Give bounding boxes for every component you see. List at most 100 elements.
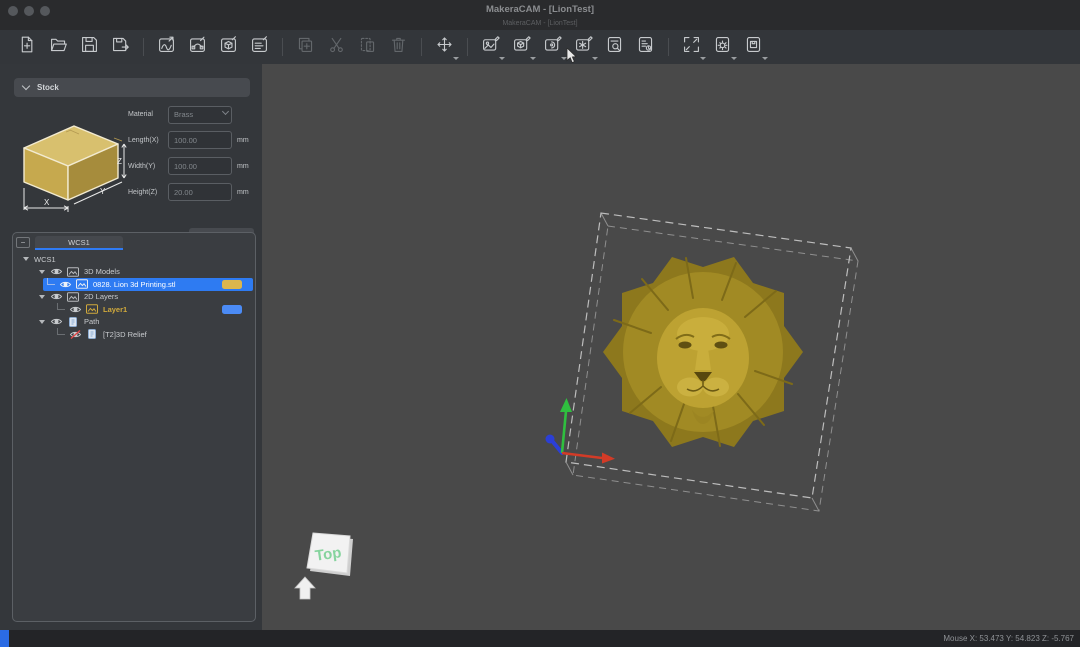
delete-button[interactable] [388,37,409,58]
fit-view-button[interactable] [681,37,702,58]
chevron-down-icon [499,57,505,60]
tree-row-3d-relief[interactable]: [T2]3D Relief [13,328,255,341]
height-field[interactable] [168,183,232,201]
chevron-down-icon [453,57,459,60]
tab-wcs1[interactable]: WCS1 [35,236,123,249]
width-row: Width(Y) mm [128,156,254,176]
save-as-button[interactable] [110,37,131,58]
new-file-button[interactable] [17,37,38,58]
eye-icon[interactable] [69,305,82,314]
eye-hidden-icon[interactable] [69,330,82,339]
chevron-down-icon [762,57,768,60]
import-3d-model-button[interactable] [218,37,239,58]
import-drawing-button[interactable] [249,37,270,58]
height-unit: mm [237,189,249,196]
window-subtitle: MakeraCAM - [LionTest] [0,20,1080,27]
export-gcode-button[interactable] [743,37,764,58]
stock-header[interactable]: Stock [14,78,250,97]
project-tree-panel: − WCS1 WCS1 [12,232,256,622]
mouse-coordinates: Mouse X: 53.473 Y: 54.823 Z: -5.767 [943,634,1074,643]
model-color-swatch[interactable] [222,280,242,289]
makeracam-window: MakeraCAM - [LionTest] MakeraCAM - [Lion… [0,0,1080,647]
length-field[interactable] [168,131,232,149]
new-2d-toolpath-button[interactable] [480,37,501,58]
length-label: Length(X) [128,137,168,144]
gcode-document-icon [636,35,655,59]
magnifier-document-icon [605,35,624,59]
save-as-icon [111,35,130,59]
wcs1-tab-label: WCS1 [68,238,90,247]
tree-row-layer1[interactable]: Layer1 [13,303,255,316]
new-relief-toolpath-button[interactable] [542,37,563,58]
machine-control-button[interactable] [712,37,733,58]
machine-gear-icon [713,35,732,59]
material-label: Material [128,111,168,118]
width-field[interactable] [168,157,232,175]
tree-row-3d-models[interactable]: 3D Models [13,266,255,279]
status-accent-block [0,630,9,647]
tree-connector [47,278,55,285]
eye-icon[interactable] [50,292,63,301]
height-label: Height(Z) [128,189,168,196]
eye-icon[interactable] [59,280,72,289]
preview-toolpath-button[interactable] [604,37,625,58]
model-group-icon [67,267,79,277]
copy-button[interactable] [295,37,316,58]
lion-relief-model [603,257,803,447]
width-unit: mm [237,163,249,170]
copy-icon [296,35,315,59]
mouse-cursor [566,48,578,64]
layer-color-swatch[interactable] [222,305,242,314]
save-file-button[interactable] [79,37,100,58]
cut-button[interactable] [326,37,347,58]
new-3d-toolpath-button[interactable] [511,37,532,58]
view-cube-label: Top [314,544,342,565]
paste-button[interactable] [357,37,378,58]
left-panel: Stock X Y Z [0,64,262,630]
eye-icon[interactable] [50,267,63,276]
chevron-down-icon [731,57,737,60]
tree-label: 2D Layers [84,292,118,301]
chevron-down-icon [700,57,706,60]
import-curve-button[interactable] [156,37,177,58]
cut-icon [327,35,346,59]
expander-icon[interactable] [39,320,45,324]
eye-icon[interactable] [50,317,63,326]
window-title: MakeraCAM - [LionTest] [0,4,1080,15]
toolbar-separator [143,38,144,56]
expander-icon[interactable] [23,257,29,261]
import-3d-model-icon [219,35,238,59]
import-vector-button[interactable] [187,37,208,58]
trash-icon [389,35,408,59]
gcode-list-button[interactable] [635,37,656,58]
length-unit: mm [237,137,249,144]
open-file-button[interactable] [48,37,69,58]
length-row: Length(X) mm [128,130,254,150]
expander-icon[interactable] [39,295,45,299]
path-group-icon [67,317,79,327]
tree-connector [57,328,65,335]
tree-label: Path [84,317,99,326]
remove-wcs-button[interactable]: − [16,237,30,248]
tree-rows: WCS1 3D Models [13,253,255,341]
material-select[interactable] [168,104,232,124]
tree-connector [57,303,65,310]
viewport-3d[interactable]: Top [262,64,1080,630]
open-folder-icon [49,35,68,59]
fit-view-icon [682,35,701,59]
tree-row-2d-layers[interactable]: 2D Layers [13,291,255,304]
layers-group-icon [67,292,79,302]
main-toolbar [0,30,1080,64]
transform-button[interactable] [434,37,455,58]
transform-icon [435,35,454,59]
expander-icon[interactable] [39,270,45,274]
new-relief-toolpath-icon [543,35,562,59]
collapse-chevron-icon [22,82,30,90]
tree-row-wcs1[interactable]: WCS1 [13,253,255,266]
model-icon [76,279,88,289]
tree-row-path[interactable]: Path [13,316,255,329]
material-value[interactable] [168,106,232,124]
toolpath-icon [86,329,98,339]
import-drawing-icon [250,35,269,59]
save-icon [80,35,99,59]
